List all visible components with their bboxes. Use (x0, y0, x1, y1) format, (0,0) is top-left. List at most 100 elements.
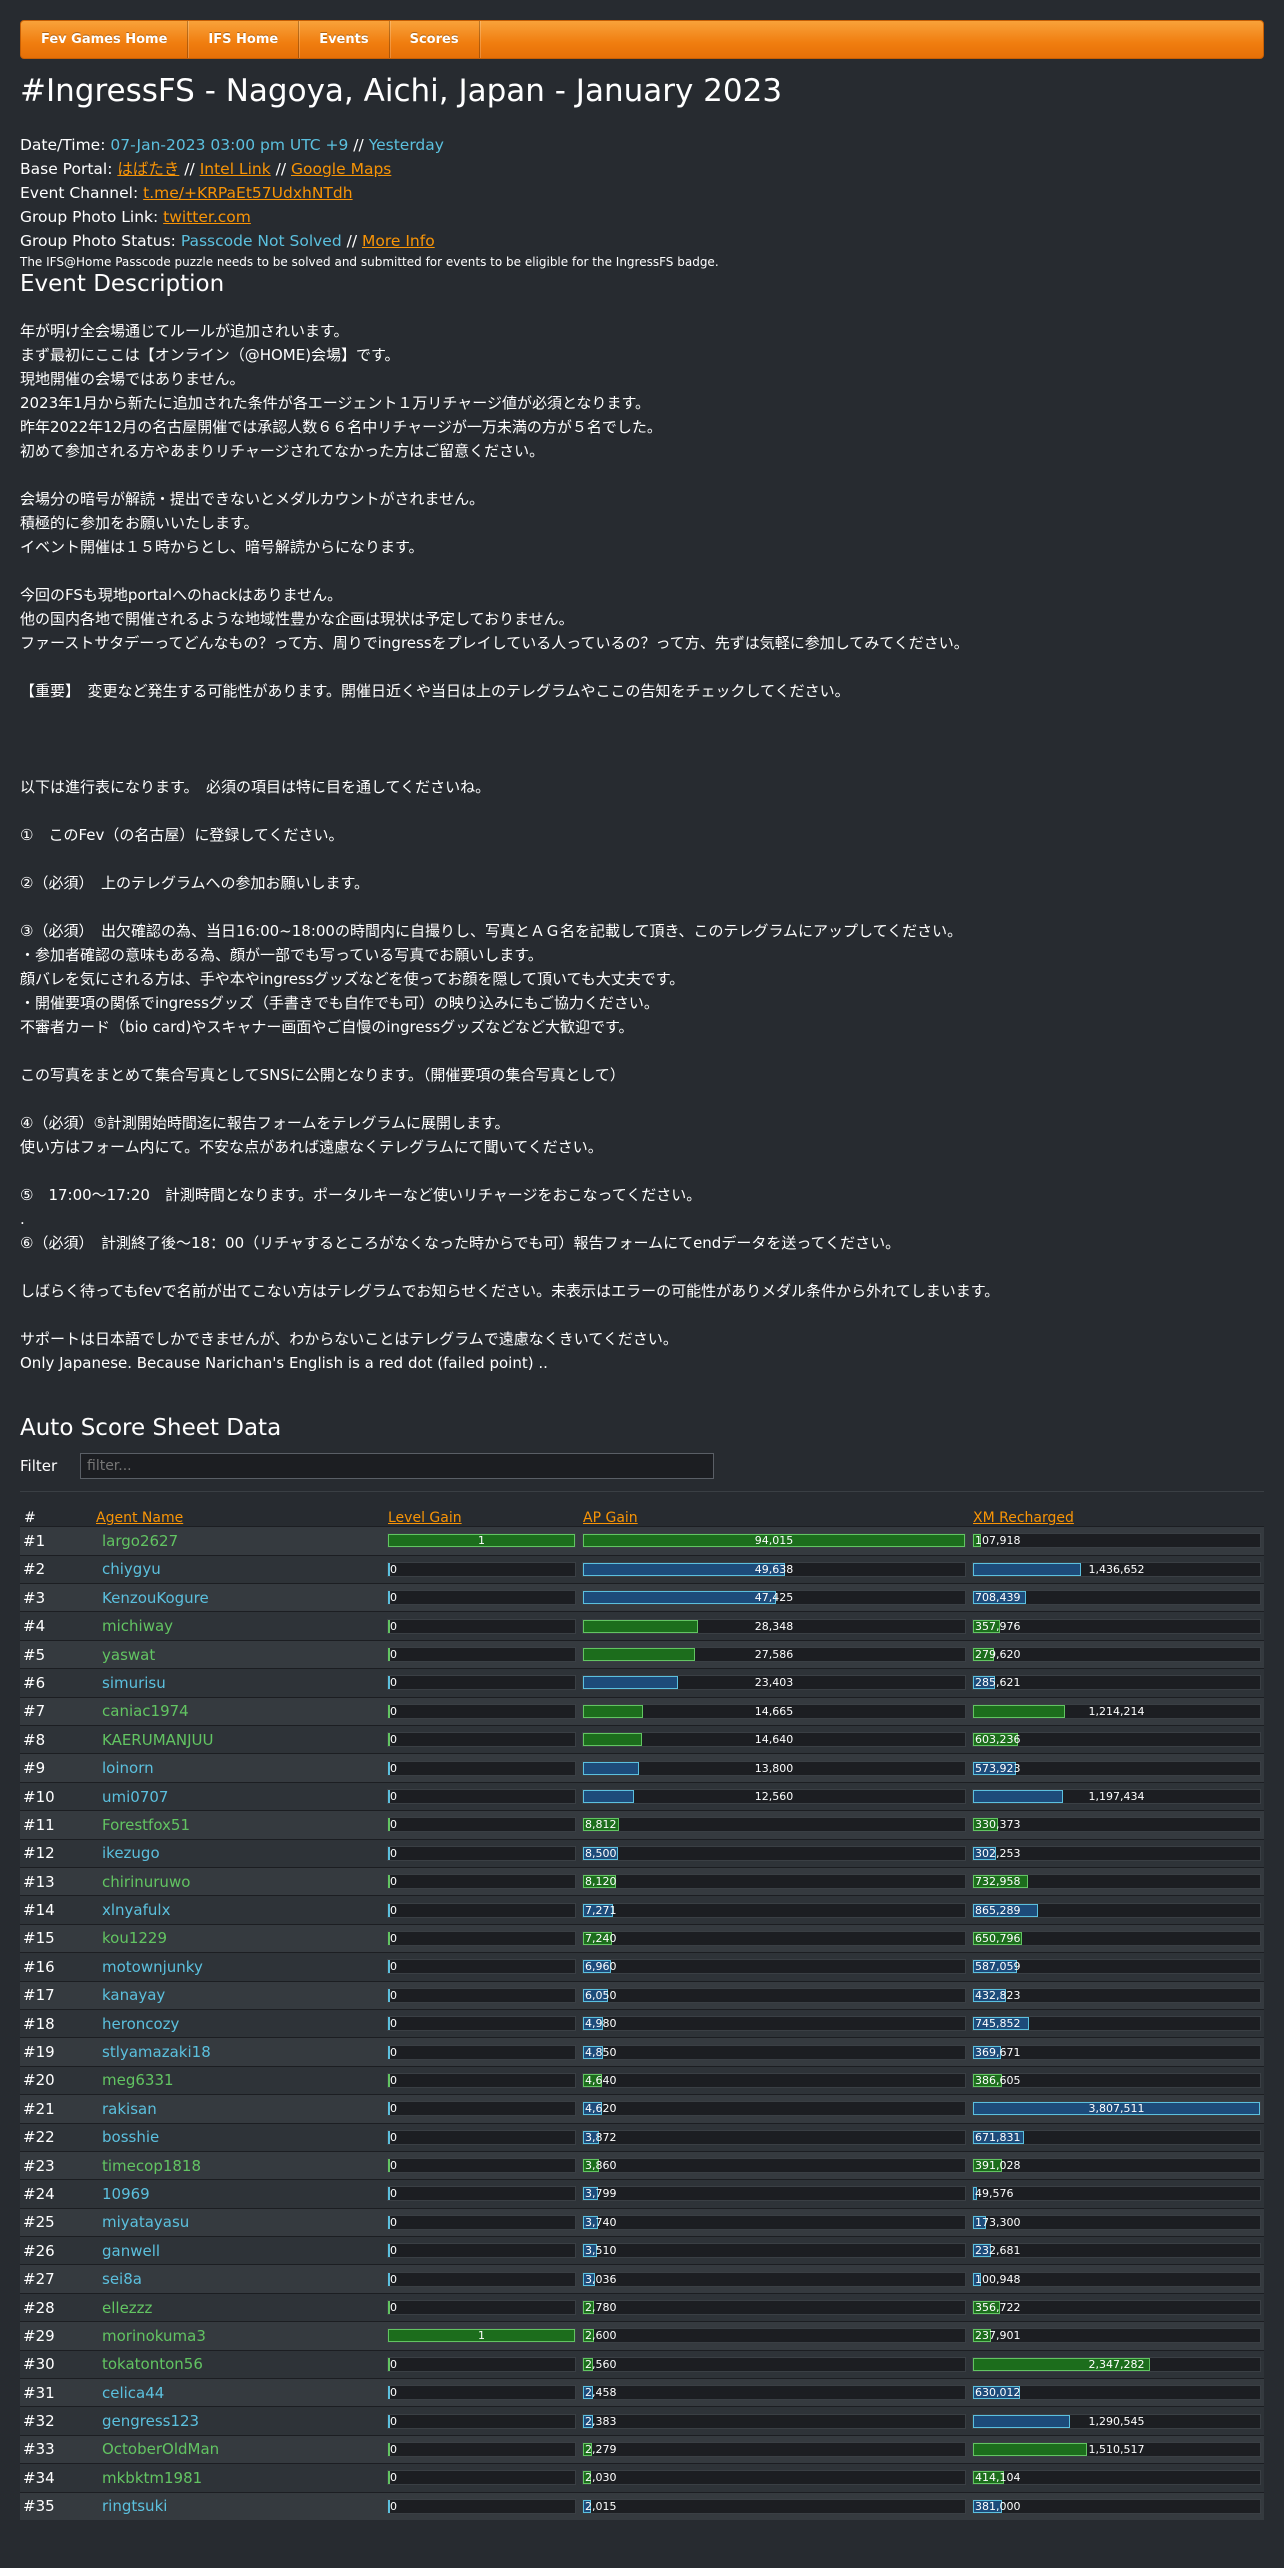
level-gain-bar: 0 (387, 2186, 576, 2202)
agent-name-cell[interactable]: Forestfox51 (92, 1810, 384, 1840)
agent-name-cell[interactable]: mkbktm1981 (92, 2463, 384, 2493)
agent-name-cell[interactable]: 10969 (92, 2179, 384, 2209)
ap-gain-cell: 2,015 (579, 2491, 969, 2520)
col-xm-recharged[interactable]: XM Recharged (969, 1496, 1264, 1528)
agent-name-cell[interactable]: kanayay (92, 1980, 384, 2010)
level-gain-bar-value: 1 (478, 2329, 485, 2343)
nav-events[interactable]: Events (299, 21, 390, 58)
rank-cell: #31 (20, 2378, 92, 2407)
nav-scores[interactable]: Scores (390, 21, 480, 58)
level-gain-cell: 0 (384, 2179, 579, 2209)
agent-name-cell[interactable]: timecop1818 (92, 2150, 384, 2180)
agent-name-cell[interactable]: KAERUMANJUU (92, 1725, 384, 1754)
agent-name-cell[interactable]: ringtsuki (92, 2491, 384, 2520)
ap-gain-bar: 2,383 (582, 2413, 966, 2429)
agent-name-cell[interactable]: largo2627 (92, 1526, 384, 1556)
agent-name-cell[interactable]: celica44 (92, 2378, 384, 2407)
agent-name-cell[interactable]: ellezzz (92, 2292, 384, 2322)
event-channel-link[interactable]: t.me/+KRPaEt57UdxhNTdh (143, 184, 352, 202)
agent-name-cell[interactable]: gengress123 (92, 2406, 384, 2436)
agent-name-cell[interactable]: meg6331 (92, 2065, 384, 2095)
agent-name-cell[interactable]: loinorn (92, 1753, 384, 1783)
ap-gain-bar-value: 6,050 (585, 1988, 617, 2002)
rank-cell: #2 (20, 1554, 92, 1584)
level-gain-bar-value: 0 (390, 2301, 397, 2315)
agent-name-cell[interactable]: caniac1974 (92, 1696, 384, 1726)
col-ap-gain[interactable]: AP Gain (579, 1496, 969, 1528)
agent-name-cell[interactable]: chiygyu (92, 1554, 384, 1584)
agent-name-cell[interactable]: KenzouKogure (92, 1583, 384, 1612)
ap-gain-bar-value: 4,850 (585, 2045, 617, 2059)
agent-name-cell[interactable]: umi0707 (92, 1781, 384, 1811)
group-photo-link[interactable]: twitter.com (163, 208, 251, 226)
rank-cell: #3 (20, 1583, 92, 1612)
xm-recharged-bar: 232,681 (972, 2243, 1261, 2259)
ap-gain-cell: 2,600 (579, 2321, 969, 2351)
xm-recharged-bar: 386,605 (972, 2072, 1261, 2088)
agent-name-cell[interactable]: morinokuma3 (92, 2321, 384, 2351)
agent-name-cell[interactable]: chirinuruwo (92, 1866, 384, 1896)
agent-name-cell[interactable]: yaswat (92, 1639, 384, 1669)
rank-cell: #25 (20, 2207, 92, 2237)
xm-recharged-bar-value: 3,807,511 (1088, 2102, 1145, 2116)
table-row: #12 ikezugo 0 8,500 302,253 (20, 1838, 1264, 1868)
nav-ifs-home[interactable]: IFS Home (188, 21, 300, 58)
description-line: ① このFev（の名古屋）に登録してください。 (20, 826, 344, 845)
ap-gain-cell: 13,800 (579, 1753, 969, 1783)
xm-recharged-cell: 432,823 (969, 1980, 1264, 2010)
xm-recharged-bar-value: 100,948 (975, 2272, 1021, 2286)
sort-level-gain[interactable]: Level Gain (388, 1510, 462, 1526)
col-agent-name[interactable]: Agent Name (92, 1496, 384, 1528)
agent-name-cell[interactable]: simurisu (92, 1668, 384, 1698)
ap-gain-cell: 4,640 (579, 2065, 969, 2095)
description-line: ⑥（必須） 計測終了後～18：00（リチャするところがなくなった時からでも可）報… (20, 1234, 901, 1253)
agent-name-cell[interactable]: ikezugo (92, 1838, 384, 1868)
filter-input[interactable] (80, 1453, 714, 1480)
rank-cell: #15 (20, 1923, 92, 1953)
xm-recharged-bar: 671,831 (972, 2129, 1261, 2145)
table-row: #8 KAERUMANJUU 0 14,640 603,236 (20, 1725, 1264, 1754)
portal-sep-1: // (179, 160, 200, 179)
xm-recharged-bar: 650,796 (972, 1930, 1261, 1946)
agent-name-cell[interactable]: tokatonton56 (92, 2349, 384, 2379)
agent-name-cell[interactable]: OctoberOldMan (92, 2434, 384, 2464)
xm-recharged-bar-value: 386,605 (975, 2073, 1021, 2087)
sort-xm-recharged[interactable]: XM Recharged (973, 1510, 1074, 1526)
xm-recharged-bar: 708,439 (972, 1590, 1261, 1606)
ap-gain-bar: 3,036 (582, 2271, 966, 2287)
agent-name-cell[interactable]: stlyamazaki18 (92, 2037, 384, 2067)
agent-name-cell[interactable]: kou1229 (92, 1923, 384, 1953)
agent-name-cell[interactable]: miyatayasu (92, 2207, 384, 2237)
rank-cell: #7 (20, 1696, 92, 1726)
agent-name-cell[interactable]: ganwell (92, 2236, 384, 2265)
agent-name-cell[interactable]: motownjunky (92, 1952, 384, 1982)
agent-name-cell[interactable]: michiway (92, 1611, 384, 1641)
agent-name-cell[interactable]: bosshie (92, 2122, 384, 2152)
sort-ap-gain[interactable]: AP Gain (583, 1510, 638, 1526)
xm-recharged-bar-value: 107,918 (975, 1534, 1021, 1548)
agent-name-cell[interactable]: xlnyafulx (92, 1895, 384, 1925)
ap-gain-bar-value: 4,620 (585, 2102, 617, 2116)
ap-gain-bar: 49,638 (582, 1561, 966, 1577)
col-level-gain[interactable]: Level Gain (384, 1496, 579, 1528)
level-gain-bar: 0 (387, 2016, 576, 2032)
xm-recharged-bar-value: 671,831 (975, 2130, 1021, 2144)
ap-gain-bar: 2,458 (582, 2385, 966, 2401)
table-row: #14 xlnyafulx 0 7,271 865,289 (20, 1895, 1264, 1925)
portal-name-link[interactable]: はばたき (117, 160, 179, 178)
nav-fev-games-home[interactable]: Fev Games Home (21, 21, 189, 58)
sort-agent-name[interactable]: Agent Name (96, 1510, 183, 1526)
level-gain-cell: 0 (384, 1838, 579, 1868)
xm-recharged-cell: 386,605 (969, 2065, 1264, 2095)
xm-recharged-bar-value: 173,300 (975, 2215, 1021, 2229)
agent-name-cell[interactable]: rakisan (92, 2094, 384, 2123)
agent-name-cell[interactable]: heroncozy (92, 2008, 384, 2038)
ap-gain-bar-value: 3,860 (585, 2159, 617, 2173)
google-maps-link[interactable]: Google Maps (291, 160, 391, 178)
description-line: 使い方はフォーム内にて。不安な点があれば遠慮なくテレグラムにて聞いてください。 (20, 1138, 603, 1157)
xm-recharged-bar: 414,104 (972, 2470, 1261, 2486)
more-info-link[interactable]: More Info (362, 232, 435, 250)
agent-name-cell[interactable]: sei8a (92, 2264, 384, 2294)
intel-link[interactable]: Intel Link (200, 160, 271, 178)
level-gain-cell: 0 (384, 2150, 579, 2180)
